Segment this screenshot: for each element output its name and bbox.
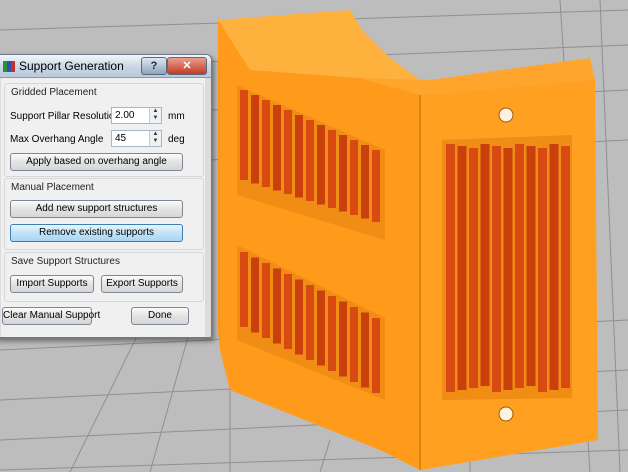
support-pillar[interactable]	[515, 144, 524, 388]
support-pillar[interactable]	[526, 146, 536, 386]
support-pillar[interactable]	[317, 290, 325, 366]
overhang-angle-value: 45	[115, 133, 127, 144]
support-pillar[interactable]	[457, 146, 467, 390]
gridded-placement-title: Gridded Placement	[11, 87, 97, 98]
resolution-unit: mm	[168, 111, 185, 122]
support-pillar[interactable]	[350, 307, 358, 382]
support-pillar[interactable]	[295, 279, 303, 355]
support-pillar[interactable]	[372, 318, 380, 393]
support-pillar[interactable]	[240, 252, 248, 327]
support-pillar[interactable]	[469, 148, 478, 388]
help-button[interactable]: ?	[141, 57, 167, 75]
support-pillar[interactable]	[306, 285, 314, 360]
overhang-angle-unit: deg	[168, 134, 185, 145]
support-pillar[interactable]	[372, 150, 380, 222]
support-pillar[interactable]	[295, 115, 303, 198]
support-pillar[interactable]	[350, 140, 358, 215]
support-pillar[interactable]	[328, 296, 336, 371]
support-pillar[interactable]	[480, 144, 490, 386]
manual-placement-title: Manual Placement	[11, 182, 94, 193]
support-pillar[interactable]	[339, 135, 347, 212]
support-pillar[interactable]	[273, 268, 281, 344]
add-support-button[interactable]: Add new support structures	[10, 200, 183, 218]
support-pillar[interactable]	[317, 125, 325, 205]
resolution-spinbox[interactable]: 2.00 ▲ ▼	[111, 107, 162, 124]
support-pillar[interactable]	[262, 100, 270, 187]
support-pillar[interactable]	[284, 110, 292, 194]
manual-placement-group: Manual Placement Add new support structu…	[4, 178, 204, 250]
support-pillar[interactable]	[240, 90, 248, 180]
gridded-placement-group: Gridded Placement Support Pillar Resolut…	[4, 83, 204, 177]
support-pillar[interactable]	[503, 148, 513, 390]
done-button[interactable]: Done	[131, 307, 189, 325]
close-button[interactable]: ✕	[167, 57, 207, 75]
support-pillar[interactable]	[446, 144, 455, 392]
support-pillar[interactable]	[538, 148, 547, 392]
support-pillar[interactable]	[328, 130, 336, 208]
apply-overhang-button[interactable]: Apply based on overhang angle	[10, 153, 183, 171]
save-supports-title: Save Support Structures	[11, 256, 120, 267]
dialog-title: Support Generation	[19, 59, 124, 73]
resolution-stepper[interactable]: ▲ ▼	[149, 108, 161, 123]
resolution-value: 2.00	[115, 110, 135, 121]
support-pillar[interactable]	[251, 257, 259, 333]
support-pillar[interactable]	[361, 145, 369, 219]
support-pillar[interactable]	[361, 312, 369, 388]
support-pillar[interactable]	[284, 274, 292, 349]
support-pillar[interactable]	[306, 120, 314, 201]
clear-manual-support-button[interactable]: Clear Manual Support	[2, 307, 100, 325]
support-pillar[interactable]	[339, 301, 347, 377]
export-supports-button[interactable]: Export Supports	[101, 275, 183, 293]
support-pillar[interactable]	[549, 144, 559, 390]
dialog-body: Gridded Placement Support Pillar Resolut…	[1, 78, 205, 337]
remove-support-button[interactable]: Remove existing supports	[10, 224, 183, 242]
title-bar[interactable]: Support Generation ? ✕	[0, 55, 211, 78]
import-supports-button[interactable]: Import Supports	[10, 275, 94, 293]
save-supports-group: Save Support Structures Import Supports …	[4, 252, 204, 302]
support-pillar[interactable]	[561, 146, 570, 388]
support-generation-dialog: Support Generation ? ✕ Gridded Placement…	[0, 54, 212, 338]
support-pillar[interactable]	[251, 95, 259, 184]
overhang-angle-label: Max Overhang Angle	[10, 134, 104, 145]
overhang-angle-spinbox[interactable]: 45 ▲ ▼	[111, 130, 162, 147]
support-pillar[interactable]	[492, 146, 501, 392]
support-pillar[interactable]	[273, 105, 281, 191]
overhang-angle-stepper[interactable]: ▲ ▼	[149, 131, 161, 146]
resolution-label: Support Pillar Resolution	[10, 111, 121, 122]
app-icon	[3, 61, 15, 72]
support-pillar[interactable]	[262, 263, 270, 338]
